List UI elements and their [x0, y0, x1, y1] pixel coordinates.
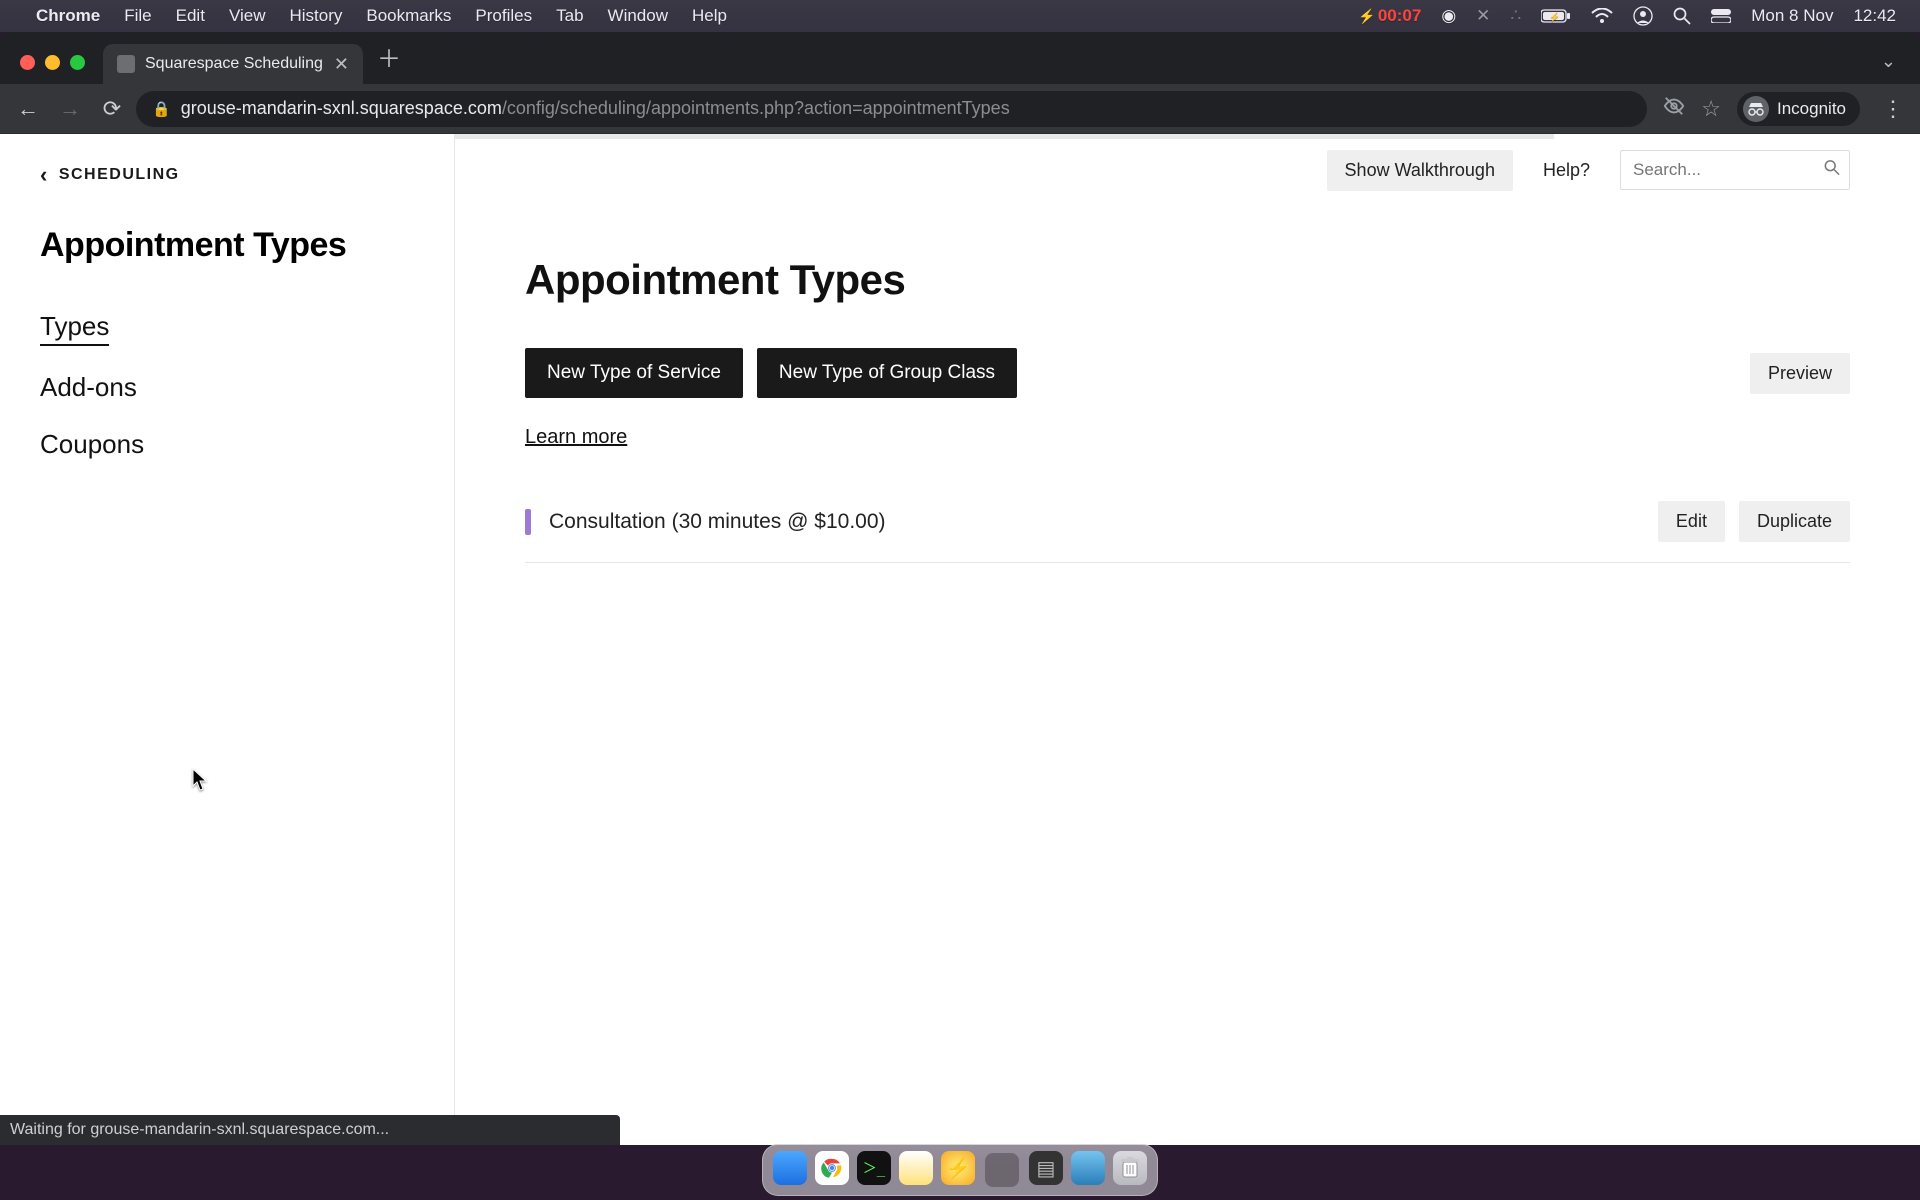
eye-off-icon[interactable]	[1663, 95, 1685, 123]
browser-tab[interactable]: Squarespace Scheduling ✕	[103, 44, 363, 84]
main-panel: Show Walkthrough Help? Appointment Types…	[455, 134, 1920, 1145]
menu-edit[interactable]: Edit	[164, 6, 217, 26]
battery-icon[interactable]: ⚡	[1531, 9, 1581, 23]
search-input[interactable]	[1620, 150, 1850, 190]
dock-chrome-icon[interactable]	[815, 1151, 849, 1185]
menu-profiles[interactable]: Profiles	[463, 6, 544, 26]
menubar-app-icon-1[interactable]: ◉	[1431, 6, 1466, 26]
incognito-chip[interactable]: Incognito	[1737, 92, 1860, 126]
dock-separator	[985, 1153, 1019, 1187]
dock-notes-icon[interactable]	[899, 1151, 933, 1185]
status-text: Waiting for grouse-mandarin-sxnl.squares…	[10, 1121, 389, 1139]
window-controls	[20, 55, 85, 70]
new-group-class-button[interactable]: New Type of Group Class	[757, 348, 1017, 398]
tab-strip: Squarespace Scheduling ✕ ＋ ⌄	[0, 32, 1920, 84]
menubar-time[interactable]: 12:42	[1843, 6, 1906, 26]
bookmark-star-icon[interactable]: ☆	[1701, 96, 1721, 122]
dock-ide-icon[interactable]: ▤	[1029, 1151, 1063, 1185]
chevron-left-icon: ‹	[40, 164, 49, 186]
battery-status-icon[interactable]: ⚡00:07	[1348, 6, 1431, 26]
menu-bookmarks[interactable]: Bookmarks	[354, 6, 463, 26]
menu-file[interactable]: File	[112, 6, 163, 26]
menubar-app-icon-3[interactable]: ∴	[1500, 6, 1531, 26]
user-icon[interactable]	[1623, 6, 1663, 26]
dock-terminal-icon[interactable]: ＞_	[857, 1151, 891, 1185]
sidebar-heading: Appointment Types	[40, 226, 414, 265]
chrome-menu-button[interactable]: ⋮	[1876, 96, 1910, 122]
menubar-date[interactable]: Mon 8 Nov	[1741, 6, 1843, 26]
control-center-icon[interactable]	[1701, 9, 1741, 23]
url-path: /config/scheduling/appointments.php?acti…	[502, 98, 1010, 119]
toolbar-row: ← → ⟳ 🔒 grouse-mandarin-sxnl.squarespace…	[0, 84, 1920, 134]
spotlight-icon[interactable]	[1663, 7, 1701, 25]
lock-icon: 🔒	[152, 100, 171, 118]
page-title: Appointment Types	[525, 256, 1850, 304]
menu-help[interactable]: Help	[680, 6, 739, 26]
tab-close-button[interactable]: ✕	[334, 54, 349, 75]
sidebar-item-types[interactable]: Types	[40, 311, 109, 346]
svg-text:⚡: ⚡	[1549, 11, 1560, 23]
top-toolbar: Show Walkthrough Help?	[525, 138, 1850, 202]
window-zoom-button[interactable]	[70, 55, 85, 70]
incognito-icon	[1743, 96, 1769, 122]
tab-list-button[interactable]: ⌄	[1881, 51, 1896, 72]
menu-tab[interactable]: Tab	[544, 6, 595, 26]
mac-menubar: Chrome File Edit View History Bookmarks …	[0, 0, 1920, 32]
appointment-color-chip	[525, 509, 531, 535]
action-row: New Type of Service New Type of Group Cl…	[525, 348, 1850, 398]
address-bar[interactable]: 🔒 grouse-mandarin-sxnl.squarespace.com/c…	[136, 91, 1647, 127]
dock: ＞_ ⚡ ▤	[762, 1144, 1158, 1196]
tab-title: Squarespace Scheduling	[145, 55, 323, 73]
learn-more-link[interactable]: Learn more	[525, 426, 627, 449]
back-to-scheduling[interactable]: ‹ SCHEDULING	[40, 164, 414, 186]
help-link[interactable]: Help?	[1543, 160, 1590, 181]
incognito-label: Incognito	[1777, 99, 1846, 119]
nav-back-button[interactable]: ←	[10, 91, 46, 127]
loading-progress-bar	[455, 134, 1554, 139]
sidebar-nav: Types Add-ons Coupons	[40, 311, 414, 460]
sidebar-item-coupons[interactable]: Coupons	[40, 429, 414, 460]
battery-timer: 00:07	[1378, 6, 1421, 26]
preview-button[interactable]: Preview	[1750, 353, 1850, 394]
chrome-window: Squarespace Scheduling ✕ ＋ ⌄ ← → ⟳ 🔒 gro…	[0, 32, 1920, 1145]
back-label: SCHEDULING	[59, 166, 180, 184]
appointment-row: Consultation (30 minutes @ $10.00) Edit …	[525, 485, 1850, 563]
menu-window[interactable]: Window	[596, 6, 680, 26]
menu-history[interactable]: History	[277, 6, 354, 26]
page-content: ‹ SCHEDULING Appointment Types Types Add…	[0, 134, 1920, 1145]
nav-forward-button[interactable]: →	[52, 91, 88, 127]
dock-app-bolt-icon[interactable]: ⚡	[941, 1151, 975, 1185]
menubar-app-icon-2[interactable]: ✕	[1466, 6, 1500, 26]
sidebar-item-addons[interactable]: Add-ons	[40, 372, 414, 403]
tab-favicon-icon	[117, 55, 135, 73]
window-minimize-button[interactable]	[45, 55, 60, 70]
dock-finder-icon[interactable]	[773, 1151, 807, 1185]
search-field-wrap	[1620, 150, 1850, 190]
menu-view[interactable]: View	[217, 6, 278, 26]
search-icon	[1824, 160, 1840, 181]
dock-trash-icon[interactable]	[1113, 1151, 1147, 1185]
menu-app[interactable]: Chrome	[24, 6, 112, 26]
nav-reload-button[interactable]: ⟳	[94, 91, 130, 127]
appointment-duplicate-button[interactable]: Duplicate	[1739, 501, 1850, 542]
window-close-button[interactable]	[20, 55, 35, 70]
sidebar: ‹ SCHEDULING Appointment Types Types Add…	[0, 134, 455, 1145]
appointment-edit-button[interactable]: Edit	[1658, 501, 1725, 542]
new-service-button[interactable]: New Type of Service	[525, 348, 743, 398]
browser-status-bar: Waiting for grouse-mandarin-sxnl.squares…	[0, 1115, 620, 1145]
wifi-icon[interactable]	[1581, 8, 1623, 24]
appointment-label[interactable]: Consultation (30 minutes @ $10.00)	[549, 510, 1640, 534]
show-walkthrough-button[interactable]: Show Walkthrough	[1327, 150, 1513, 191]
dock-preview-icon[interactable]	[1071, 1151, 1105, 1185]
url-host: grouse-mandarin-sxnl.squarespace.com	[181, 98, 502, 119]
new-tab-button[interactable]: ＋	[377, 39, 401, 74]
